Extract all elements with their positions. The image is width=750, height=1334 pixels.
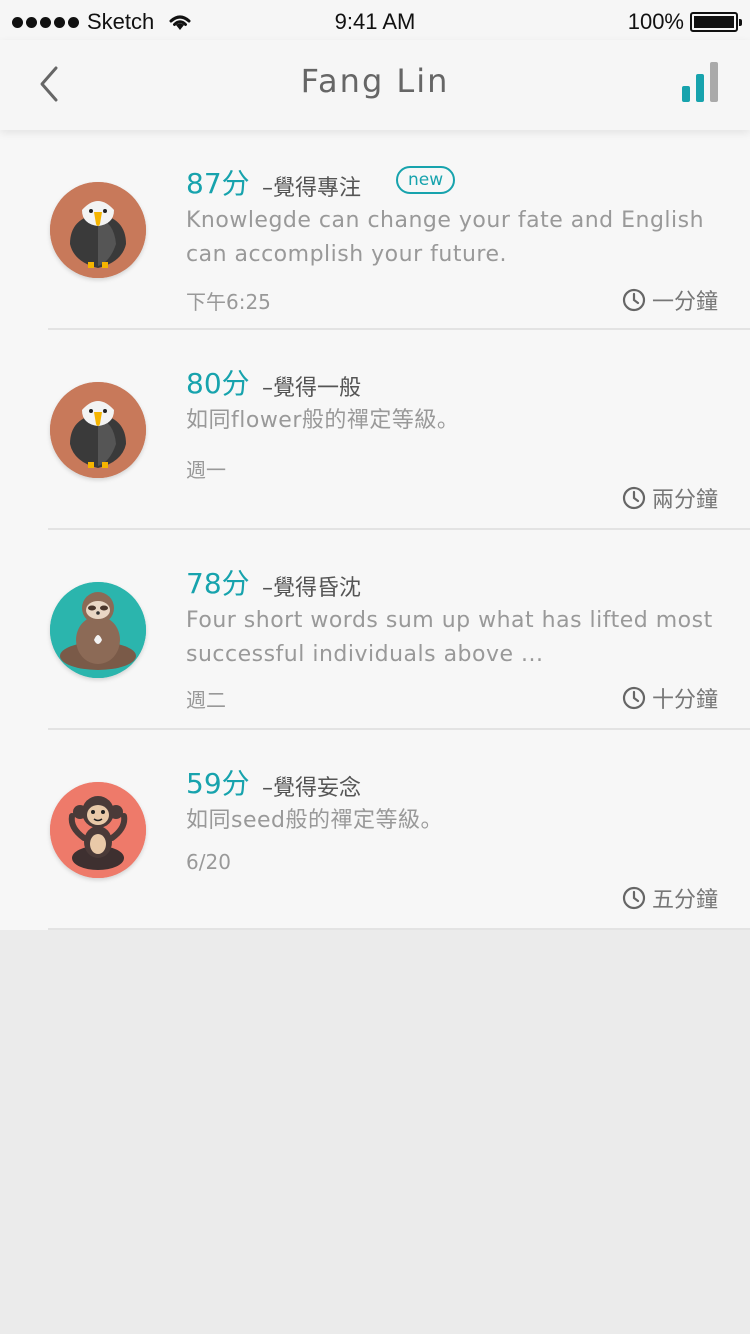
clock-icon xyxy=(622,288,646,312)
score: 78分 xyxy=(186,567,250,600)
mood-label: –覺得昏沈 xyxy=(262,576,362,601)
mood-label: –覺得專注 xyxy=(262,176,362,201)
nav-bar: Fang Lin xyxy=(0,40,750,130)
list-item[interactable]: 59分 –覺得妄念 如同seed般的禪定等級。 6/20 五分鐘 xyxy=(0,730,750,930)
bar-chart-icon xyxy=(682,62,718,102)
duration-label: 兩分鐘 xyxy=(651,488,718,513)
duration: 五分鐘 xyxy=(622,882,718,914)
meditation-list: 87分 –覺得專注 new Knowlegde can change your … xyxy=(0,130,750,930)
page-title: Fang Lin xyxy=(300,62,450,100)
list-item[interactable]: 80分 –覺得一般 如同flower般的禪定等級。 週一 兩分鐘 xyxy=(0,330,750,530)
message-text: 如同flower般的禪定等級。 xyxy=(186,408,460,433)
eagle-avatar-icon xyxy=(50,182,146,278)
new-badge: new xyxy=(396,166,456,194)
stats-button[interactable] xyxy=(678,62,722,104)
entry-date: 6/20 xyxy=(186,850,231,874)
duration-label: 五分鐘 xyxy=(651,888,718,913)
divider xyxy=(48,928,750,930)
duration: 一分鐘 xyxy=(622,284,718,316)
duration-label: 一分鐘 xyxy=(651,290,718,315)
clock-icon xyxy=(622,886,646,910)
clock-icon xyxy=(622,686,646,710)
sloth-avatar-icon xyxy=(50,582,146,678)
entry-date: 下午6:25 xyxy=(186,290,271,314)
score: 59分 xyxy=(186,767,250,800)
status-bar: Sketch 9:41 AM 100% xyxy=(0,0,750,40)
message-text: Four short words sum up what has lifted … xyxy=(186,608,713,667)
entry-date: 週二 xyxy=(186,688,226,712)
score: 80分 xyxy=(186,367,250,400)
list-item[interactable]: 78分 –覺得昏沈 Four short words sum up what h… xyxy=(0,530,750,730)
score: 87分 xyxy=(186,167,250,200)
mood-label: –覺得妄念 xyxy=(262,776,362,801)
eagle-avatar-icon xyxy=(50,382,146,478)
message-text: Knowlegde can change your fate and Engli… xyxy=(186,208,705,267)
duration: 十分鐘 xyxy=(622,682,718,714)
duration: 兩分鐘 xyxy=(622,482,718,514)
list-item[interactable]: 87分 –覺得專注 new Knowlegde can change your … xyxy=(0,130,750,330)
clock-icon xyxy=(622,486,646,510)
monkey-avatar-icon xyxy=(50,782,146,878)
status-right: 100% xyxy=(627,9,742,35)
entry-date: 週一 xyxy=(186,458,226,482)
duration-label: 十分鐘 xyxy=(651,688,718,713)
mood-label: –覺得一般 xyxy=(262,376,362,401)
battery-percent: 100% xyxy=(627,9,684,34)
message-text: 如同seed般的禪定等級。 xyxy=(186,808,443,833)
battery-icon xyxy=(690,12,742,32)
